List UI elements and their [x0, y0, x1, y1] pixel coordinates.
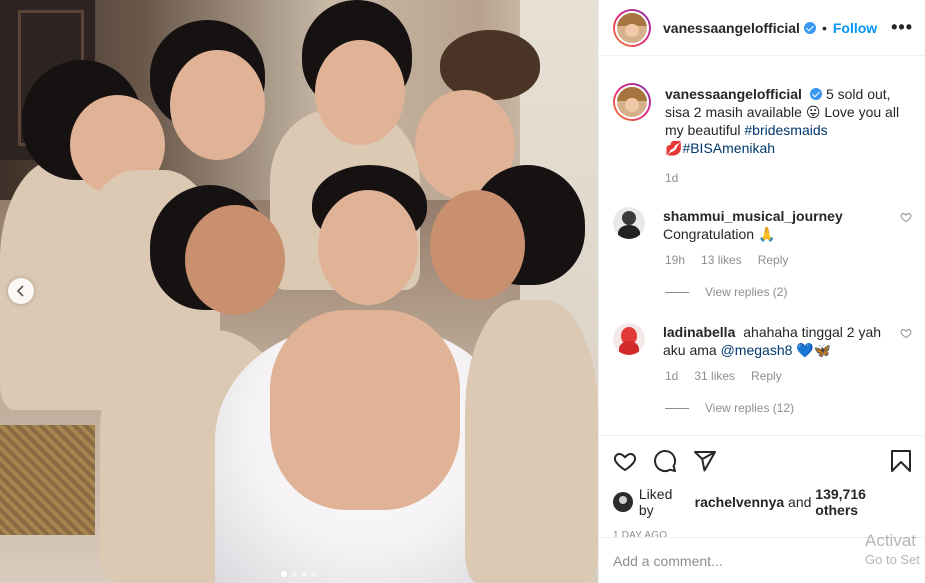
heart-icon [613, 452, 637, 472]
commenter-username[interactable]: ladinabella [663, 324, 735, 340]
chevron-left-icon [16, 285, 24, 297]
follow-button[interactable]: Follow [833, 20, 877, 36]
watermark-line2: Go to Set [865, 552, 920, 567]
commenter-username[interactable]: shammui_musical_journey [663, 208, 843, 224]
carousel-prev-button[interactable] [8, 278, 34, 304]
comment-icon [654, 450, 677, 473]
comment-age[interactable]: 1d [665, 369, 678, 383]
likes-summary: Liked by rachelvennya and 139,716 others [613, 486, 912, 518]
liker-username[interactable]: rachelvennya [695, 494, 785, 510]
commenter-avatar[interactable] [613, 323, 645, 355]
comment-text: ladinabella ahahaha tinggal 2 yah aku am… [663, 323, 900, 359]
hashtag-link[interactable]: #bridesmaids [744, 122, 827, 138]
watermark-line1: Activat [865, 531, 917, 550]
author-avatar[interactable] [613, 83, 651, 121]
photo-rattan-chair [0, 425, 95, 535]
comment-likes[interactable]: 13 likes [701, 253, 742, 267]
bridesmaid-hair [440, 30, 540, 100]
bridesmaid-face [185, 205, 285, 315]
author-avatar[interactable] [613, 8, 651, 47]
share-icon [694, 451, 716, 472]
comment-meta: 19h 13 likes Reply [665, 253, 912, 267]
post-header: vanessaangelofficial • Follow ••• [599, 0, 925, 56]
likes-count[interactable]: 139,716 others [815, 486, 912, 518]
carousel-indicator [0, 571, 598, 577]
comment-emoji: 💙🦋 [792, 342, 832, 358]
bride-face [318, 190, 418, 305]
carousel-dot [301, 571, 307, 577]
verified-badge-icon [803, 21, 816, 34]
separator-dot: • [821, 19, 827, 36]
post-photo[interactable] [0, 0, 598, 583]
add-comment-input[interactable] [613, 552, 843, 569]
mention-link[interactable]: @megash8 [721, 342, 793, 358]
likes-prefix: Liked by [638, 486, 673, 518]
comment-text: shammui_musical_journey Congratulation 🙏 [663, 207, 847, 243]
reply-button[interactable]: Reply [758, 253, 789, 267]
carousel-dot [311, 571, 317, 577]
view-replies-button[interactable]: View replies (12) [665, 401, 912, 415]
verified-badge-icon [809, 88, 822, 100]
bridesmaid-figure [465, 300, 598, 583]
hashtag-link[interactable]: #BISAmenikah [682, 140, 775, 156]
comment: ladinabella ahahaha tinggal 2 yah aku am… [613, 323, 912, 359]
caption-text: vanessaangelofficial 5 sold out, sisa 2 m… [665, 85, 912, 157]
more-options-icon[interactable]: ••• [891, 17, 913, 38]
bridesmaid-face [430, 190, 525, 300]
post-caption: vanessaangelofficial 5 sold out, sisa 2 m… [613, 83, 912, 157]
reply-button[interactable]: Reply [751, 369, 782, 383]
comment: shammui_musical_journey Congratulation 🙏 [613, 207, 912, 243]
comment-age[interactable]: 19h [665, 253, 685, 267]
bridesmaid-face [170, 50, 265, 160]
like-comment-heart-icon[interactable] [900, 327, 912, 339]
share-button[interactable] [693, 449, 717, 473]
replies-divider [665, 407, 689, 409]
view-replies-button[interactable]: View replies (2) [665, 285, 912, 299]
view-replies-label[interactable]: View replies (2) [705, 285, 787, 299]
liker-avatar[interactable] [613, 492, 633, 512]
comment-body: Congratulation 🙏 [663, 226, 776, 242]
action-bar [613, 436, 912, 486]
carousel-dot [291, 571, 297, 577]
comment-meta: 1d 31 likes Reply [665, 369, 912, 383]
commenter-avatar[interactable] [613, 207, 645, 239]
post-actions: Liked by rachelvennya and 139,716 others… [599, 435, 925, 541]
post-side-panel: vanessaangelofficial • Follow ••• vaness… [598, 0, 925, 583]
view-replies-label[interactable]: View replies (12) [705, 401, 794, 415]
caption-username[interactable]: vanessaangelofficial [665, 86, 802, 102]
windows-activation-watermark: Activat Go to Set [865, 530, 925, 568]
bookmark-icon [891, 450, 911, 472]
likes-middle: and [784, 494, 816, 510]
save-button[interactable] [890, 449, 912, 473]
author-username[interactable]: vanessaangelofficial [663, 20, 800, 36]
comment-likes[interactable]: 31 likes [694, 369, 735, 383]
caption-meta: 1d [665, 171, 912, 185]
bride-arms [270, 310, 460, 510]
bridesmaid-face [315, 40, 405, 145]
comment-button[interactable] [653, 449, 677, 473]
carousel-dot [281, 571, 287, 577]
caption-age[interactable]: 1d [665, 171, 678, 185]
caption-emoji: 💋 [665, 140, 683, 156]
like-button[interactable] [613, 449, 637, 473]
like-comment-heart-icon[interactable] [900, 211, 912, 223]
replies-divider [665, 291, 689, 293]
comments-section[interactable]: vanessaangelofficial 5 sold out, sisa 2 m… [599, 57, 925, 435]
